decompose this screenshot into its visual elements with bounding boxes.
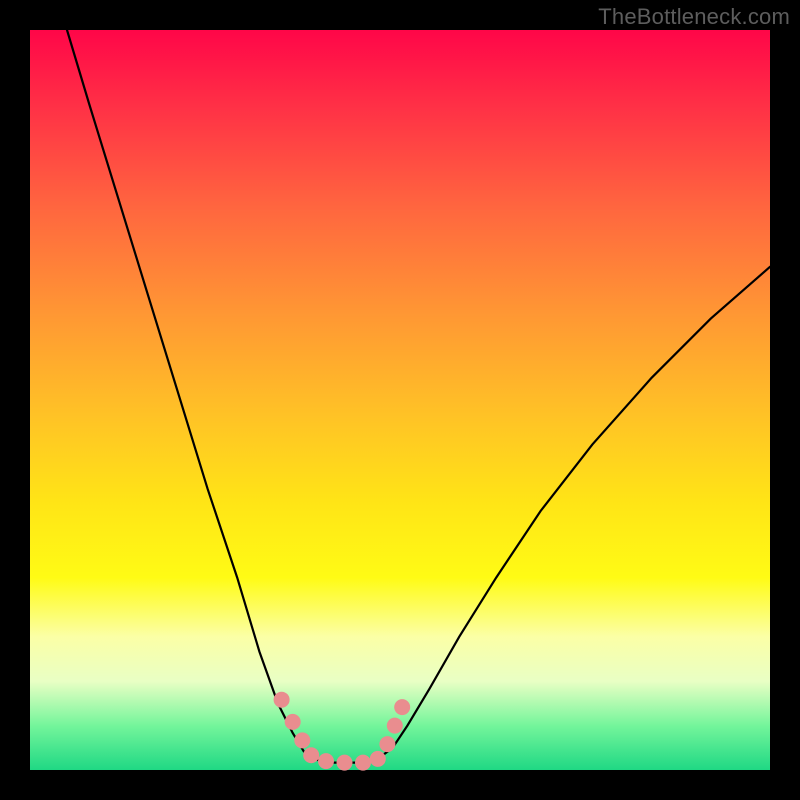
curve-layer [30,30,770,770]
right-branch-line [378,267,770,759]
marker-dot [379,736,395,752]
watermark-text: TheBottleneck.com [598,4,790,30]
chart-stage: TheBottleneck.com [0,0,800,800]
marker-dot [387,718,403,734]
marker-dot [294,732,310,748]
marker-dot [355,755,371,771]
marker-dot [303,747,319,763]
marker-dot [285,714,301,730]
marker-dot [337,755,353,771]
marker-dot [394,699,410,715]
marker-dot [274,692,290,708]
left-branch-line [67,30,311,759]
plot-area [30,30,770,770]
marker-dot [318,753,334,769]
pink-markers [274,692,411,771]
marker-dot [370,751,386,767]
